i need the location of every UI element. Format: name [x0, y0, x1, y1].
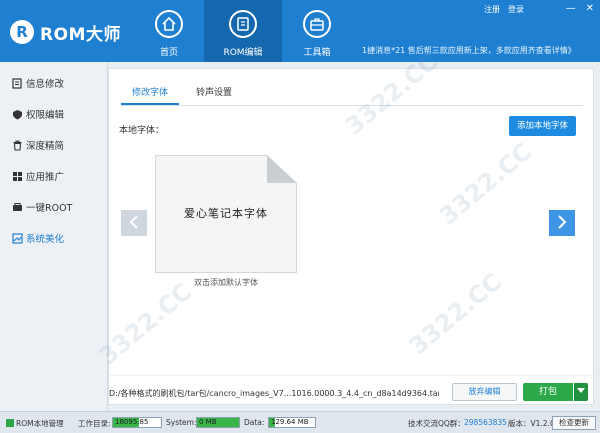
app-grid-icon [12, 171, 23, 182]
pack-button[interactable]: 打包 [523, 383, 573, 401]
rom-file-path: D:/各种格式的刷机包/tar包/cancro_images_V7...1016… [109, 389, 439, 398]
discard-edit-button[interactable]: 放弃编辑 [452, 383, 517, 401]
page-fold [267, 155, 297, 183]
tab-divider [121, 105, 583, 106]
logo-icon: R [10, 20, 34, 44]
close-button[interactable]: ✕ [586, 3, 594, 14]
chevron-right-icon [556, 214, 568, 233]
register-link[interactable]: 注册 [484, 4, 500, 15]
check-update-button[interactable]: 检查更新 [552, 416, 596, 430]
beautify-icon [12, 232, 23, 244]
system-meter: 0 MB [196, 417, 240, 428]
tab-ringtone-settings[interactable]: 铃声设置 [185, 83, 243, 105]
news-ticker[interactable]: 1捷消息*21 售后帮三款应用新上架，多款应用齐查看详情》 [362, 45, 594, 56]
minimize-button[interactable]: — [566, 3, 576, 14]
data-value: 129.64 MB [271, 418, 309, 426]
window-controls: — ✕ [566, 3, 594, 14]
qq-group-label: 技术交流QQ群： [408, 419, 465, 428]
caret-down-icon [577, 387, 585, 397]
app-logo: R ROM大师 [10, 19, 121, 45]
sidebar-item-beautify[interactable]: 系统美化 [0, 223, 107, 253]
sidebar-item-label: 一键ROOT [26, 203, 73, 214]
trash-icon [12, 140, 23, 151]
font-caption: 双击添加默认字体 [194, 278, 258, 287]
sidebar-item-app-promo[interactable]: 应用推广 [0, 161, 107, 191]
chevron-left-icon [128, 214, 140, 233]
data-meter: 129.64 MB [268, 417, 316, 428]
font-card[interactable]: 爱心笔记本字体 [155, 155, 297, 273]
workdir-meter: 18095.85 MB [112, 417, 162, 428]
home-icon [155, 10, 183, 38]
pack-dropdown-button[interactable] [574, 383, 588, 401]
data-label: Data: [244, 418, 265, 427]
rom-manage-icon [6, 419, 14, 427]
root-icon [12, 202, 23, 213]
action-bar: D:/各种格式的刷机包/tar包/cancro_images_V7...1016… [109, 375, 593, 405]
app-title: ROM大师 [40, 24, 121, 45]
sidebar-item-label: 信息修改 [26, 79, 65, 90]
sidebar-item-deep-trim[interactable]: 深度精简 [0, 130, 107, 160]
permission-icon [12, 109, 23, 120]
rom-local-manage-link[interactable]: ROM本地管理 [6, 418, 64, 429]
content-tabs: 修改字体 铃声设置 [121, 83, 243, 105]
sidebar: 信息修改 权限编辑 深度精简 应用推广 一键ROOT 系统美化 [0, 62, 108, 411]
workdir-label: 工作目录: [78, 419, 111, 428]
title-bar: R ROM大师 首页 ROM编辑 工具箱 注册 登录 — ✕ 1捷消息*21 售… [0, 0, 600, 62]
sidebar-item-info-edit[interactable]: 信息修改 [0, 68, 107, 98]
login-link[interactable]: 登录 [508, 4, 524, 15]
font-sample-text: 爱心笔记本字体 [184, 207, 268, 220]
rom-edit-icon [229, 10, 257, 38]
status-bar: ROM本地管理 工作目录: 18095.85 MB System: 0 MB D… [0, 411, 600, 433]
local-font-label: 本地字体： [119, 126, 165, 136]
nav-tab-toolbox[interactable]: 工具箱 [282, 0, 352, 62]
content-panel: 修改字体 铃声设置 本地字体： 添加本地字体 爱心笔记本字体 双击添加默认字体 … [108, 68, 594, 405]
system-value: 0 MB [199, 418, 217, 426]
version-label: 版本：V1.2.0 [508, 419, 555, 428]
add-local-font-button[interactable]: 添加本地字体 [509, 116, 576, 136]
account-links: 注册 登录 [484, 4, 524, 15]
sidebar-item-permission[interactable]: 权限编辑 [0, 99, 107, 129]
next-font-button[interactable] [549, 210, 575, 236]
info-edit-icon [12, 77, 23, 89]
system-label: System: [166, 418, 197, 427]
previous-font-button[interactable] [121, 210, 147, 236]
toolbox-icon [303, 10, 331, 38]
tab-change-font[interactable]: 修改字体 [121, 83, 179, 105]
nav-tab-label: 首页 [159, 48, 178, 58]
nav-tab-label: ROM编辑 [223, 48, 263, 58]
nav-tab-home[interactable]: 首页 [134, 0, 204, 62]
sidebar-item-one-click-root[interactable]: 一键ROOT [0, 192, 107, 222]
nav-tab-label: 工具箱 [303, 48, 331, 58]
sidebar-item-label: 权限编辑 [26, 110, 65, 121]
sidebar-item-label: 深度精简 [26, 141, 65, 152]
qq-group-number[interactable]: 298563835 [464, 418, 507, 427]
sidebar-item-label: 应用推广 [26, 172, 65, 183]
nav-tab-rom-edit[interactable]: ROM编辑 [204, 0, 282, 62]
sidebar-item-label: 系统美化 [26, 234, 65, 245]
